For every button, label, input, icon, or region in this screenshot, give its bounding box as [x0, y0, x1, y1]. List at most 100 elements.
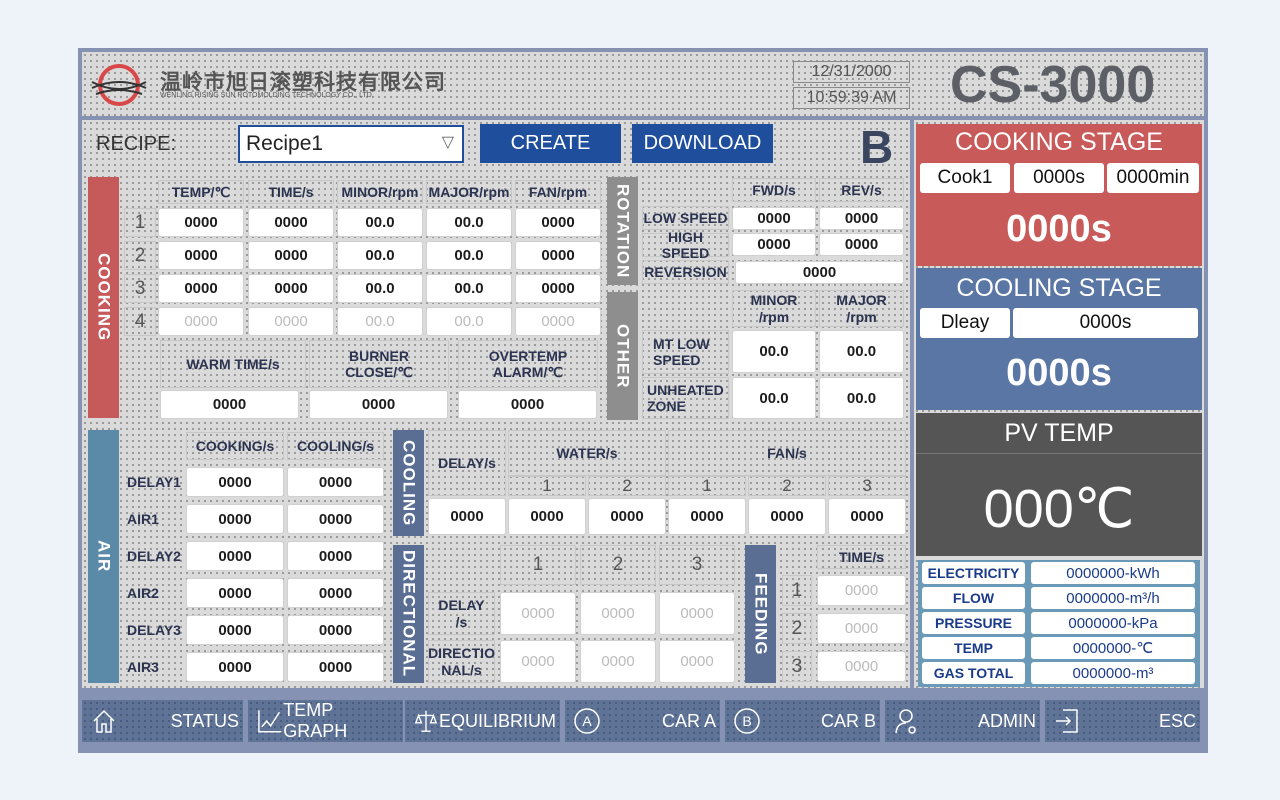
cooking-input[interactable]: 0000	[158, 208, 244, 237]
cooking-input[interactable]: 0000	[515, 307, 601, 336]
cooking-input[interactable]: 00.0	[426, 307, 512, 336]
meter-label: ELECTRICITY	[922, 562, 1025, 584]
directional-time-input[interactable]: 0000	[500, 640, 576, 683]
cooking-input[interactable]: 00.0	[426, 274, 512, 303]
cooking-input[interactable]: 00.0	[426, 241, 512, 270]
air-cooking-input[interactable]: 0000	[186, 467, 284, 497]
date-display: 12/31/2000	[793, 61, 910, 83]
overtemp-alarm-input[interactable]: 0000	[458, 390, 597, 419]
directional-col-header: 1	[500, 545, 576, 585]
cooking-input[interactable]: 0000	[248, 274, 334, 303]
cooling-stage-panel: COOLING STAGE Dleay 0000s 0000s	[916, 268, 1202, 410]
cooking-input[interactable]: 0000	[515, 274, 601, 303]
chart-icon	[258, 710, 282, 733]
air-cooling-input[interactable]: 0000	[287, 615, 384, 645]
nav-button-status[interactable]: STATUS	[82, 700, 243, 742]
directional-time-input[interactable]: 0000	[659, 640, 735, 683]
home-icon	[93, 709, 115, 733]
air-cooking-input[interactable]: 0000	[186, 541, 284, 571]
feeding-time-input[interactable]: 0000	[817, 613, 906, 644]
air-cooling-input[interactable]: 0000	[287, 541, 384, 571]
feeding-row-number: 2	[782, 613, 812, 644]
high-speed-label: HIGH SPEED	[642, 229, 729, 261]
reversion-input[interactable]: 0000	[735, 261, 904, 284]
cooling-input[interactable]: 0000	[668, 498, 746, 535]
low-speed-rev-input[interactable]: 0000	[819, 207, 904, 230]
cooling-sub-header: 1	[668, 476, 746, 496]
cooling-input[interactable]: 0000	[828, 498, 906, 535]
cooking-input[interactable]: 00.0	[337, 208, 423, 237]
burner-close-input[interactable]: 0000	[309, 390, 448, 419]
air-cooking-input[interactable]: 0000	[186, 578, 284, 608]
water-header: WATER/s	[508, 430, 666, 476]
company-name-en: WENLING RISING SUN ROTOMOLDING TECHNOLOG…	[160, 92, 374, 99]
cooking-input[interactable]: 00.0	[337, 241, 423, 270]
air-cooling-input[interactable]: 0000	[287, 652, 384, 682]
cooking-step-seconds: 0000s	[1014, 163, 1104, 193]
nav-button-admin[interactable]: ADMIN	[885, 700, 1040, 742]
recipe-selected: Recipe1	[246, 132, 324, 155]
nav-button-temp-graph[interactable]: TEMP GRAPH	[248, 700, 403, 742]
cooling-sub-header: 2	[748, 476, 826, 496]
nav-label: ESC	[1158, 710, 1196, 731]
download-button[interactable]: DOWNLOAD	[632, 124, 773, 163]
cooking-input[interactable]: 00.0	[337, 307, 423, 336]
nav-label: CAR A	[661, 710, 716, 731]
low-speed-fwd-input[interactable]: 0000	[732, 207, 816, 230]
cooling-input[interactable]: 0000	[508, 498, 586, 535]
create-button[interactable]: CREATE	[480, 124, 621, 163]
cooling-input[interactable]: 0000	[428, 498, 506, 535]
minor-rpm-header: MINOR /rpm	[732, 290, 816, 327]
cooking-input[interactable]: 0000	[158, 307, 244, 336]
directional-delay-input[interactable]: 0000	[659, 592, 735, 635]
nav-button-esc[interactable]: ESC	[1045, 700, 1200, 742]
cooking-input[interactable]: 0000	[158, 274, 244, 303]
cooking-input[interactable]: 0000	[515, 208, 601, 237]
air-cooling-input[interactable]: 0000	[287, 467, 384, 497]
recipe-dropdown[interactable]: Recipe1 ▽	[238, 125, 464, 163]
directional-delay-input[interactable]: 0000	[500, 592, 576, 635]
cooking-input[interactable]: 0000	[248, 208, 334, 237]
high-speed-fwd-input[interactable]: 0000	[732, 233, 816, 256]
air-cooking-input[interactable]: 0000	[186, 652, 284, 682]
cooking-input[interactable]: 0000	[248, 241, 334, 270]
nav-button-car-a[interactable]: A CAR A	[565, 700, 720, 742]
row-number: 1	[124, 208, 156, 237]
model-title: CS-3000	[950, 56, 1156, 114]
cooling-step: Dleay	[920, 308, 1010, 338]
nav-button-car-b[interactable]: B CAR B	[725, 700, 880, 742]
nav-label: CAR B	[820, 710, 876, 731]
cooling-input[interactable]: 0000	[588, 498, 666, 535]
air-cooling-input[interactable]: 0000	[287, 578, 384, 608]
air-cooking-input[interactable]: 0000	[186, 615, 284, 645]
cooling-stage-title: COOLING STAGE	[956, 274, 1162, 302]
cooking-input[interactable]: 00.0	[337, 274, 423, 303]
warm-time-input[interactable]: 0000	[160, 390, 299, 419]
directional-col-header: 2	[580, 545, 656, 585]
mt-low-major-input[interactable]: 00.0	[819, 330, 904, 373]
cooking-stage-title: COOKING STAGE	[955, 128, 1163, 156]
feeding-time-input[interactable]: 0000	[817, 651, 906, 682]
nav-button-equilibrium[interactable]: EQUILIBRIUM	[405, 700, 560, 742]
cooking-input[interactable]: 00.0	[426, 208, 512, 237]
cooling-input[interactable]: 0000	[748, 498, 826, 535]
chevron-down-icon: ▽	[441, 134, 454, 151]
unheated-minor-input[interactable]: 00.0	[732, 377, 816, 419]
divider	[916, 453, 1202, 454]
warm-time-label: WARM TIME/s	[160, 340, 306, 388]
cooking-input[interactable]: 0000	[248, 307, 334, 336]
cooking-input[interactable]: 0000	[515, 241, 601, 270]
air-cooling-input[interactable]: 0000	[287, 504, 384, 534]
mt-low-minor-input[interactable]: 00.0	[732, 330, 816, 373]
feeding-time-input[interactable]: 0000	[817, 575, 906, 606]
directional-time-input[interactable]: 0000	[580, 640, 656, 683]
cooking-input[interactable]: 0000	[158, 241, 244, 270]
cooling-sub-header: 2	[588, 476, 666, 496]
high-speed-rev-input[interactable]: 0000	[819, 233, 904, 256]
unheated-major-input[interactable]: 00.0	[819, 377, 904, 419]
meter-label: GAS TOTAL	[922, 662, 1025, 684]
fan-header: FAN/s	[668, 430, 906, 476]
exit-icon	[1056, 709, 1078, 733]
air-cooking-input[interactable]: 0000	[186, 504, 284, 534]
directional-delay-input[interactable]: 0000	[580, 592, 656, 635]
